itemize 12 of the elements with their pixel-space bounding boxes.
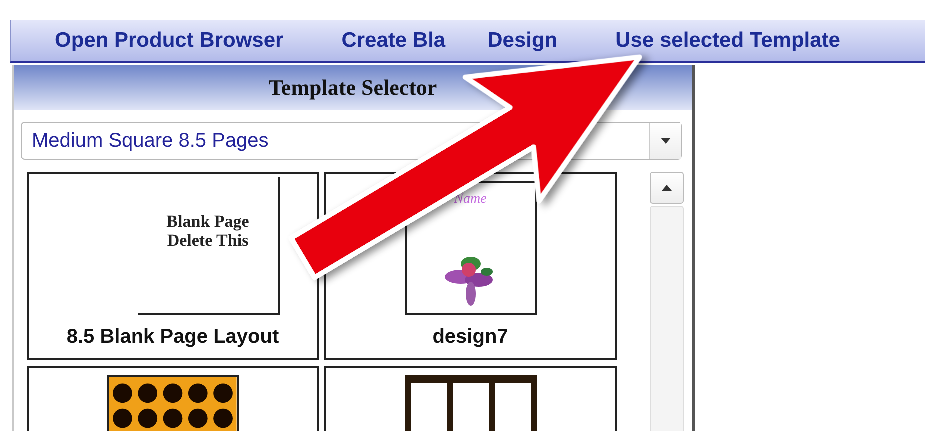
template-name: design7 bbox=[432, 325, 508, 350]
toolbar-button[interactable]: Open Product Browser bbox=[55, 24, 284, 56]
toolbar-button[interactable]: Create Bla bbox=[342, 24, 446, 56]
toolbar-button[interactable]: Use selected Template bbox=[616, 24, 840, 56]
caret-icon bbox=[660, 138, 670, 144]
toolbar-button[interactable]: Design bbox=[488, 24, 558, 56]
up-arrow-icon bbox=[662, 185, 672, 191]
page-text: Blank Page bbox=[166, 213, 250, 232]
scroll-up-button[interactable] bbox=[650, 172, 684, 204]
template-name: 8.5 Blank Page Layout bbox=[66, 325, 280, 350]
page-text: Name bbox=[454, 191, 487, 209]
page-text: Delete This bbox=[167, 232, 249, 250]
